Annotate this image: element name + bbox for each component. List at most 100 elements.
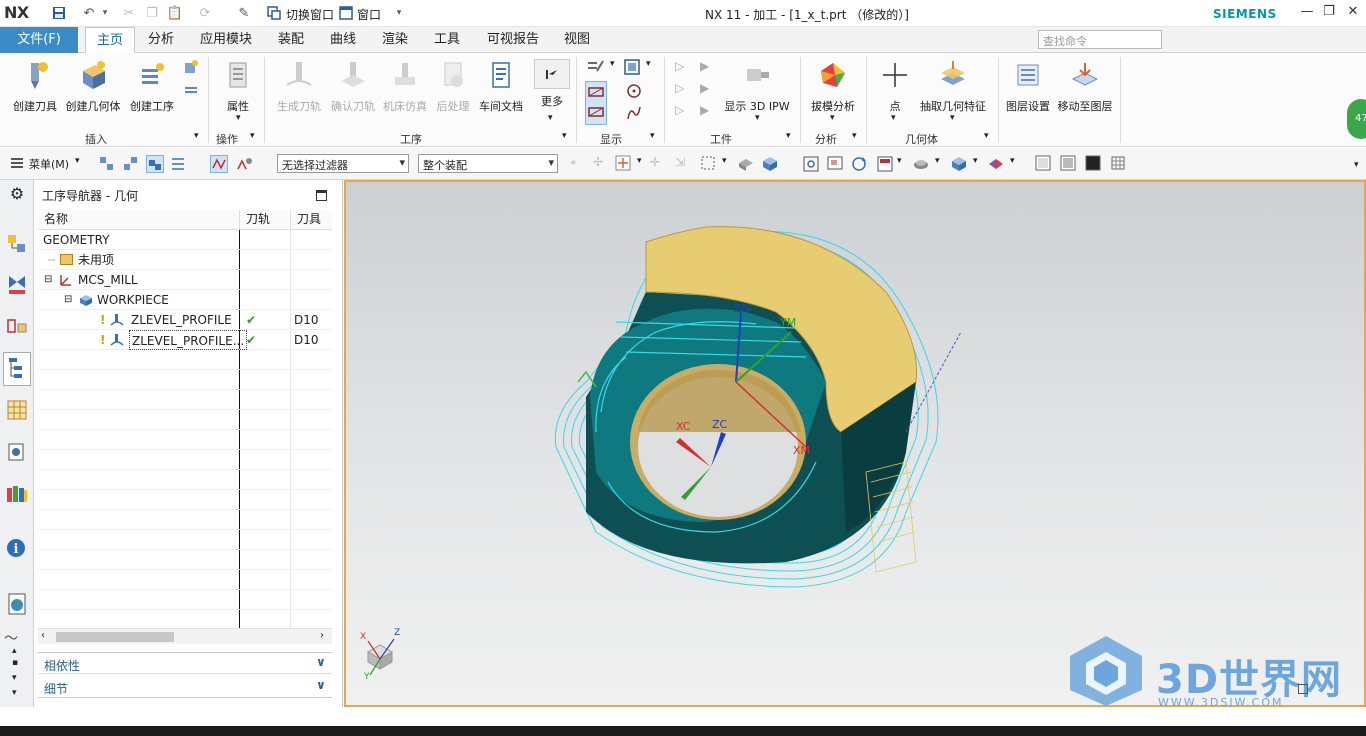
palette-icon[interactable] [5,482,29,506]
tab-home[interactable]: 主页 [85,27,135,54]
display-edit-dropdown-icon[interactable]: ▾ [610,59,615,69]
insert-group-dropdown-icon[interactable]: ▾ [194,131,199,141]
more-button[interactable]: 更多 [532,59,572,109]
viewport-restore-icon[interactable] [1298,684,1308,694]
snap-icon-3[interactable]: ✛ [650,155,668,173]
part-navigator-icon[interactable] [5,314,29,338]
tree-row-mcs-mill[interactable]: ⊟ MCS_MILL [38,270,332,290]
workpiece-small-icon-4[interactable]: ▶ [700,81,709,95]
selection-filter-select[interactable]: 无选择过滤器 [277,154,409,173]
circle-target-icon[interactable] [626,83,642,102]
undo-dropdown-icon[interactable]: ▾ [96,4,114,22]
tab-analysis[interactable]: 分析 [140,27,182,53]
command-search-input[interactable]: 查找命令 [1038,30,1162,49]
web-browser-icon[interactable] [5,592,29,616]
selection-box-icon[interactable] [700,155,718,173]
machine-simulation-button[interactable]: 机床仿真 [380,59,430,114]
collapse-icon[interactable]: ⊟ [64,290,72,310]
history-icon[interactable]: 〜 [4,628,18,648]
tree-row-workpiece[interactable]: ⊟ WORKPIECE [38,290,332,310]
workpiece-small-icon-1[interactable]: ▷ [675,59,684,73]
toolbar-overflow-icon[interactable]: ▾ [1354,160,1359,170]
point-button[interactable]: 点 [876,59,914,114]
touch-mode-icon[interactable]: ✎ [235,4,253,22]
display-edit-icon[interactable] [587,59,605,78]
select-solid-icon[interactable] [761,155,779,173]
repeat-command-icon[interactable]: ⟳ [196,4,214,22]
background-icon-3[interactable] [1085,155,1103,173]
scroll-left-icon[interactable]: ‹ [41,630,45,641]
tree-row-zlevel-profile[interactable]: ! ZLEVEL_PROFILE ✔ D10 [38,310,332,330]
point-snap-dropdown-icon[interactable]: ▾ [637,156,642,166]
generate-toolpath-button[interactable]: 生成刀轨 [272,59,326,114]
create-geometry-button[interactable]: 创建几何体 [64,59,122,114]
section-view-icon[interactable] [987,155,1005,173]
more-dropdown-icon[interactable]: ▾ [548,113,553,123]
orient-view-dropdown-icon[interactable]: ▾ [897,156,902,166]
tab-application[interactable]: 应用模块 [193,27,259,53]
menu-dropdown-icon[interactable]: ▾ [75,156,80,166]
snap-icon-2[interactable]: ✢ [593,155,611,173]
save-icon[interactable] [50,4,68,22]
toolpath-display-icon[interactable] [210,155,228,173]
draft-analysis-button[interactable]: 拔模分析 [808,59,858,114]
scrollbar-thumb[interactable] [56,632,174,642]
toolpath-edit-icon[interactable] [236,155,254,173]
point-snap-icon[interactable] [615,155,633,173]
graphics-window[interactable]: ZM YM XC ZC XM X Z Y 3D世界网 WWW.3DSJW.COM [344,180,1366,709]
dependencies-panel[interactable]: 相依性 ∨ [38,652,332,674]
point-dropdown-icon[interactable]: ▾ [891,113,896,123]
menu-button[interactable]: 菜单(M) [29,156,69,172]
maximize-panel-icon[interactable] [316,190,327,201]
zoom-icon[interactable] [826,155,844,173]
workpiece-small-icon-2[interactable]: ▶ [700,59,709,73]
shop-documentation-button[interactable]: 车间文档 [476,59,526,114]
expand-chevron-icon[interactable]: ∨ [316,655,326,669]
workpiece-group-dropdown-icon[interactable]: ▾ [786,131,791,141]
orient-view-icon[interactable] [876,155,894,173]
tab-render[interactable]: 渲染 [374,27,416,53]
create-tool-button[interactable]: 创建刀具 [8,59,62,114]
copy-icon[interactable]: ❐ [143,4,161,22]
selection-box-dropdown-icon[interactable]: ▾ [722,156,727,166]
show-3d-ipw-button[interactable]: 显示 3D IPW [724,59,790,114]
workpiece-small-icon-3[interactable]: ▷ [675,81,684,95]
shaded-icon[interactable] [950,155,968,173]
tree-row-geometry[interactable]: GEOMETRY [38,230,332,250]
window-dropdown-icon[interactable]: ▾ [390,4,408,22]
tab-tools[interactable]: 工具 [426,27,468,53]
operation-navigator-icon[interactable] [3,352,31,386]
properties-button[interactable]: 属性 [216,59,260,114]
restore-button[interactable]: ❐ [1320,4,1338,22]
extract-geometry-button[interactable]: 抽取几何特征 [916,59,990,114]
fit-view-icon[interactable] [802,155,820,173]
scroll-down-icon[interactable]: ▾ [12,673,17,683]
snap-icon-1[interactable]: ⌖ [570,155,588,173]
geometry-group-dropdown-icon[interactable]: ▾ [984,131,989,141]
scroll-mid-icon[interactable]: ▪ [12,658,18,668]
settings-gear-icon[interactable]: ⚙ [5,184,29,208]
draft-analysis-dropdown-icon[interactable]: ▾ [830,113,835,123]
snap-icon-4[interactable]: ⇲ [675,155,693,173]
background-icon-2[interactable] [1060,155,1078,173]
geometry-view-icon[interactable] [146,155,164,173]
column-header-path[interactable]: 刀轨 [239,210,289,230]
render-style-icon[interactable] [912,155,930,173]
shaded-dropdown-icon[interactable]: ▾ [973,156,978,166]
horizontal-scrollbar[interactable]: ‹ › [38,628,332,644]
paste-icon[interactable]: 📋 [166,4,184,22]
scroll-right-icon[interactable]: › [320,630,324,641]
tab-assembly[interactable]: 装配 [270,27,312,53]
tab-view[interactable]: 视图 [558,27,596,53]
machine-navigator-icon[interactable] [5,398,29,422]
move-to-layer-button[interactable]: 移动至图层 [1056,59,1114,114]
switch-window-button[interactable]: 切换窗口 [286,6,334,23]
workpiece-small-icon-6[interactable]: ▶ [700,103,709,117]
tree-row-zlevel-profile-2[interactable]: ! ZLEVEL_PROFILE... ✔ D10 [38,330,332,350]
postprocess-button[interactable]: 后处理 [432,59,474,114]
layer-settings-button[interactable]: 图层设置 [1004,59,1052,114]
program-order-view-icon[interactable] [98,155,116,173]
small-create-icon-2[interactable] [183,81,199,100]
scroll-up-icon[interactable]: ▴ [12,646,17,656]
close-button[interactable]: ✕ [1344,4,1362,22]
